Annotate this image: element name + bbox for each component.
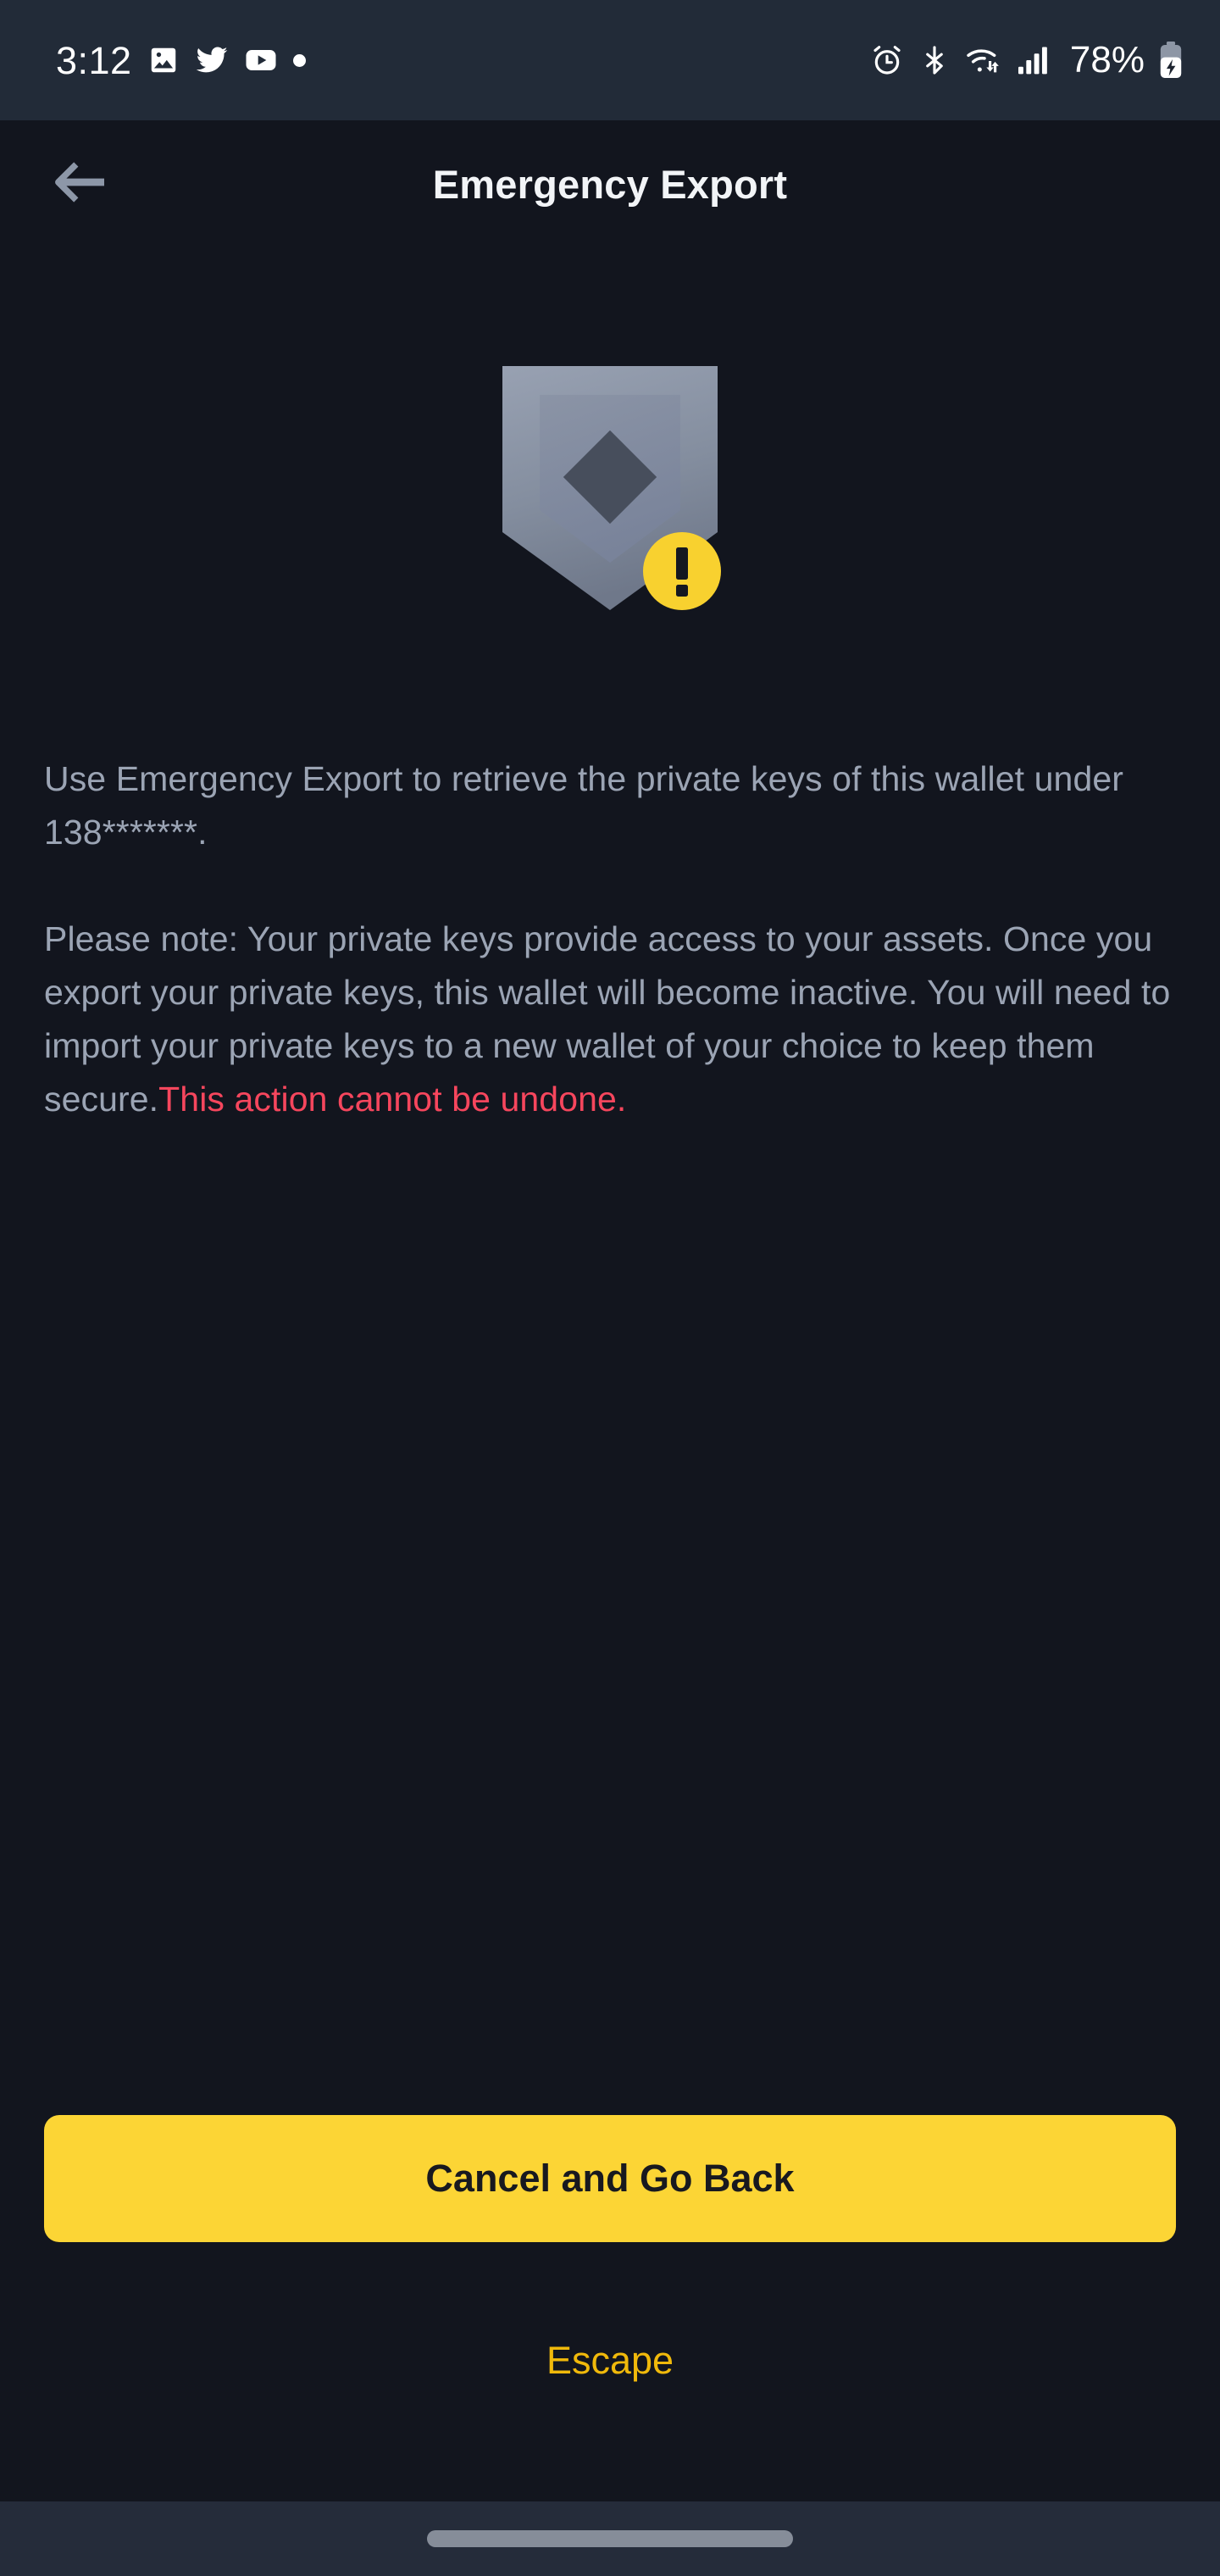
shield-warning-icon bbox=[496, 363, 724, 617]
hero-illustration bbox=[0, 363, 1220, 617]
dot-icon bbox=[292, 53, 306, 67]
alarm-icon bbox=[870, 43, 904, 77]
system-navigation-bar bbox=[0, 2501, 1220, 2576]
description-paragraph-1: Use Emergency Export to retrieve the pri… bbox=[44, 759, 1124, 852]
home-gesture-pill[interactable] bbox=[427, 2530, 793, 2547]
battery-charging-icon bbox=[1159, 42, 1183, 79]
status-bar-left: 3:12 bbox=[56, 42, 306, 80]
app-header: Emergency Export bbox=[0, 120, 1220, 247]
gallery-icon bbox=[147, 44, 180, 76]
status-bar-right: 78% bbox=[870, 39, 1183, 81]
page-title: Emergency Export bbox=[432, 161, 788, 207]
signal-icon bbox=[1017, 44, 1052, 76]
youtube-icon bbox=[244, 43, 278, 77]
status-bar: 3:12 78% bbox=[0, 0, 1220, 120]
escape-link-button[interactable]: Escape bbox=[0, 2339, 1220, 2383]
twitter-icon bbox=[195, 43, 229, 77]
description-paragraph-2: Please note: Your private keys provide a… bbox=[44, 913, 1179, 1126]
body-copy: Use Emergency Export to retrieve the pri… bbox=[44, 752, 1179, 1126]
bluetooth-icon bbox=[918, 44, 951, 76]
cancel-and-go-back-button[interactable]: Cancel and Go Back bbox=[44, 2115, 1176, 2242]
phone-screen: 3:12 78% Emergency Export Use Emergency … bbox=[0, 0, 1220, 2576]
back-button[interactable] bbox=[44, 147, 117, 220]
battery-percent: 78% bbox=[1069, 39, 1145, 80]
wifi-icon bbox=[965, 43, 1002, 77]
irreversible-warning-text: This action cannot be undone. bbox=[158, 1080, 627, 1119]
status-clock: 3:12 bbox=[56, 38, 132, 82]
arrow-left-icon bbox=[53, 158, 108, 210]
warning-badge-icon bbox=[643, 532, 721, 610]
